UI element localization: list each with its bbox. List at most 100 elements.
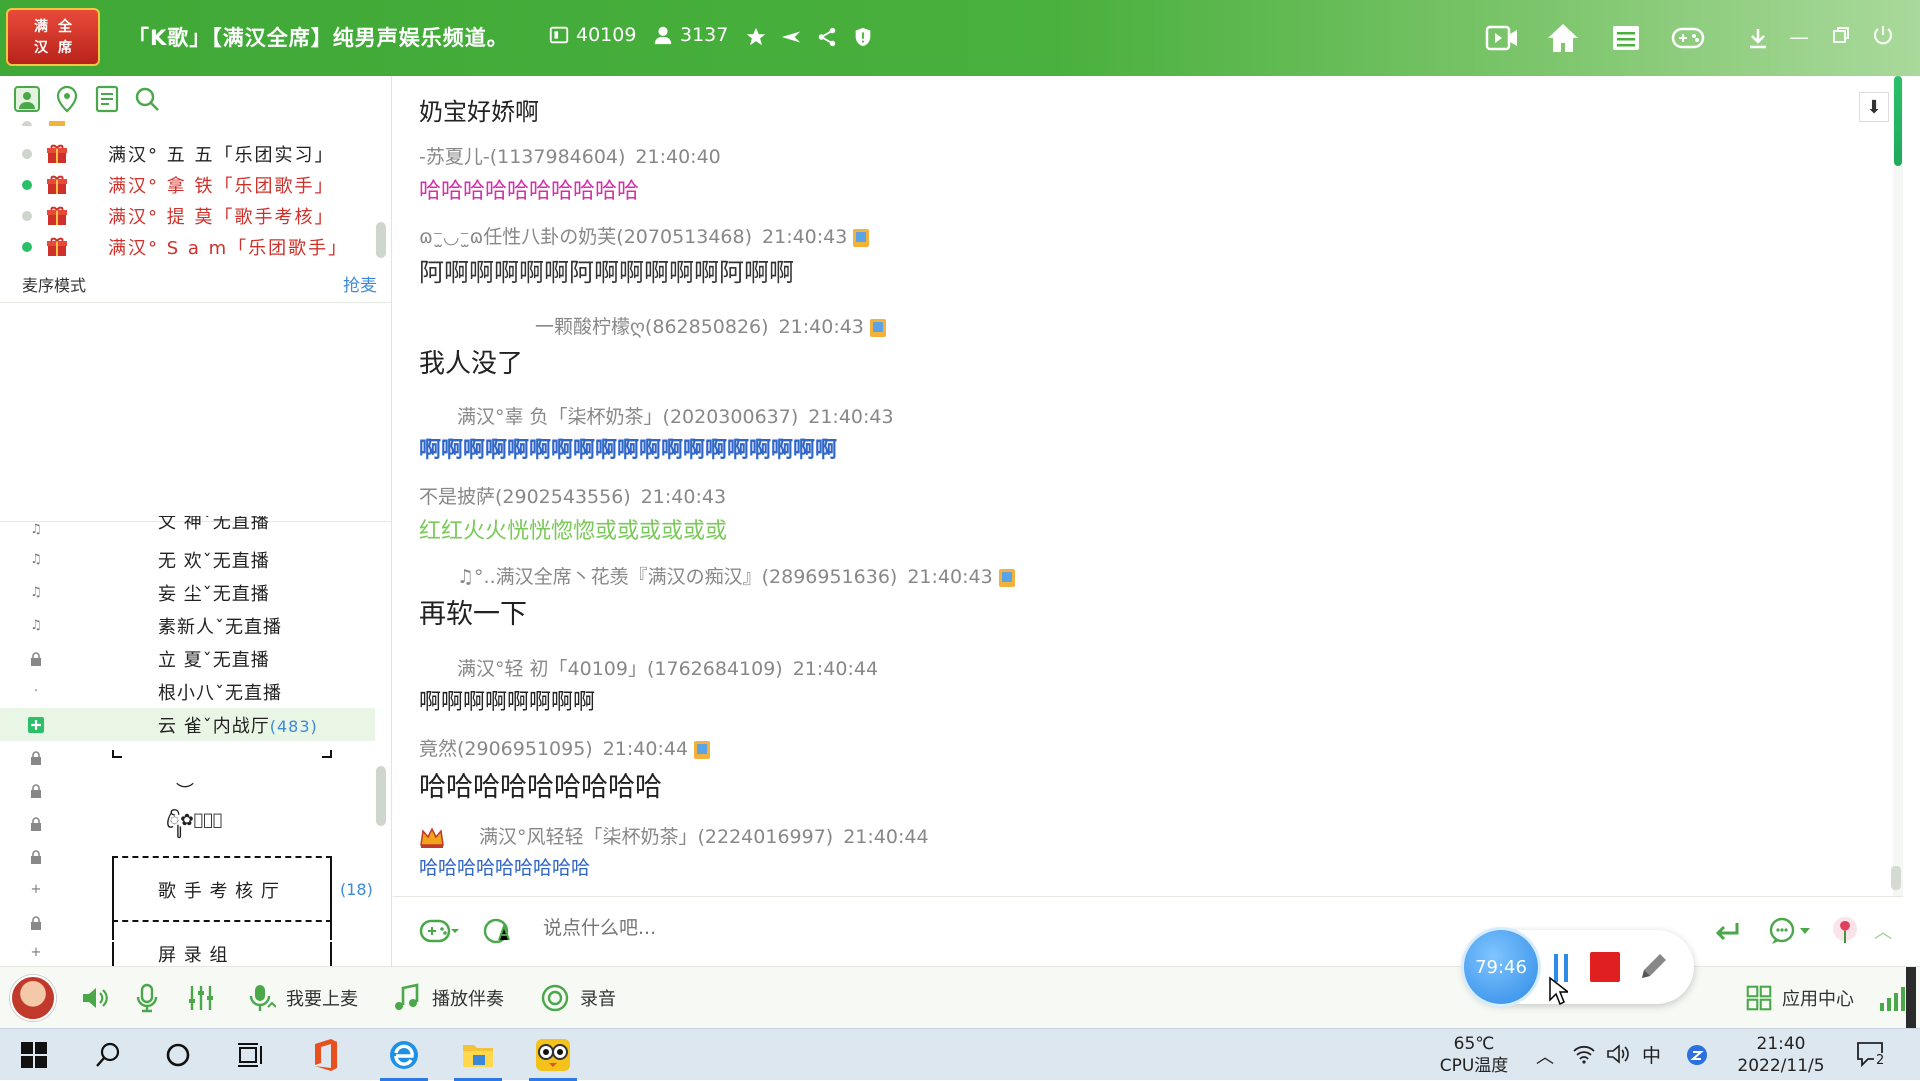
search-icon	[135, 87, 159, 111]
favorite-button[interactable]	[743, 24, 769, 50]
channel-row[interactable]: + 屏 录 组	[0, 939, 375, 966]
notes-icon	[95, 85, 119, 113]
font-style-button[interactable]	[479, 913, 519, 949]
equalizer-button[interactable]	[186, 981, 216, 1015]
search-button[interactable]	[78, 1029, 138, 1081]
close-button[interactable]	[1870, 24, 1896, 50]
channel-name: 立 夏ˇ无直播	[158, 649, 270, 671]
expand-button[interactable]: ︿	[1873, 913, 1893, 949]
channel-row[interactable]: 立 夏ˇ无直播	[0, 642, 375, 675]
grab-mic-button[interactable]: 抢麦	[343, 271, 377, 296]
sender-name[interactable]: ♫°..满汉全席丶花羡『满汉の痴汉』(2896951636)	[457, 566, 897, 588]
notes-tab[interactable]	[92, 84, 122, 114]
tray-expand-button[interactable]: ︿	[1536, 1043, 1558, 1068]
sender-name[interactable]: 满汉°辜 负「柒杯奶茶」(2020300637)	[457, 406, 798, 428]
sender-name[interactable]: 一颗酸柠檬ღ(862850826)	[535, 316, 769, 338]
channel-row[interactable]: + 歌 手 考 核 厅 (18)	[0, 873, 375, 906]
sender-name[interactable]: ɷ⁻̫◡⁻̫ɷ任性八卦の奶芙(2070513468)	[419, 226, 752, 248]
start-button[interactable]	[4, 1029, 64, 1081]
equalizer-icon	[189, 986, 213, 1010]
message-text: 红红火火恍恍惚惚或或或或或或	[419, 519, 728, 544]
video-button[interactable]	[1482, 18, 1522, 58]
sender-name[interactable]: 竟然(2906951095)	[419, 738, 593, 760]
chat-message: 竟然(2906951095) 21:40:44 哈哈哈哈哈哈哈哈哈	[419, 734, 711, 804]
play-accompaniment-button[interactable]: 播放伴奏	[392, 981, 504, 1015]
record-button[interactable]: 录音	[540, 981, 616, 1015]
location-tab[interactable]	[52, 84, 82, 114]
message-time: 21:40:43	[762, 226, 848, 248]
download-button[interactable]	[1738, 18, 1778, 58]
member-row[interactable]: 满汉° S a m「乐团歌手」	[22, 232, 348, 262]
ime-indicator[interactable]: 中	[1642, 1041, 1661, 1068]
office-app[interactable]	[296, 1029, 356, 1081]
message-meta: 满汉°辜 负「柒杯奶茶」(2020300637) 21:40:43	[457, 402, 894, 429]
channel-row[interactable]: ︶	[0, 774, 375, 807]
channel-row[interactable]: ♫ 文 神ˇ无直播	[0, 516, 375, 542]
microphone-button[interactable]	[132, 981, 162, 1015]
speaker-button[interactable]	[80, 981, 110, 1015]
member-list-scrollbar[interactable]	[376, 222, 386, 258]
restore-button[interactable]	[1828, 24, 1854, 50]
report-button[interactable]	[850, 24, 876, 50]
file-explorer-app[interactable]	[448, 1029, 508, 1081]
share-button[interactable]	[814, 24, 840, 50]
channel-row[interactable]	[0, 741, 375, 774]
home-button[interactable]	[1543, 18, 1583, 58]
bubble-menu-button[interactable]	[1763, 913, 1819, 949]
chat-scroll-lower[interactable]	[1891, 866, 1901, 890]
sender-name[interactable]: 不是披萨(2902543556)	[419, 486, 631, 508]
avatar[interactable]	[10, 975, 56, 1021]
scroll-to-bottom-button[interactable]: ⬇	[1859, 92, 1889, 122]
minimize-button[interactable]: —	[1786, 24, 1812, 50]
send-button[interactable]	[1707, 913, 1747, 949]
edit-button[interactable]	[1636, 950, 1670, 984]
yy-app[interactable]	[523, 1029, 583, 1081]
notifications-button[interactable]: 2	[1856, 1041, 1888, 1069]
channel-row[interactable]	[0, 906, 375, 939]
recorder-widget: 79:46	[1464, 930, 1694, 1004]
sogou-ime-icon[interactable]	[1685, 1043, 1709, 1067]
game-emoji-button[interactable]	[409, 913, 469, 949]
wifi-icon[interactable]	[1572, 1043, 1596, 1065]
apply-mic-button[interactable]: 我要上麦	[246, 981, 358, 1015]
sender-name[interactable]: 满汉°轻 初「40109」(1762684109)	[457, 658, 783, 680]
lock-icon	[26, 748, 46, 768]
channel-list-scrollbar[interactable]	[376, 766, 386, 826]
clock[interactable]: 21:40 2022/11/5	[1726, 1033, 1836, 1077]
cpu-temp-widget[interactable]: 65℃ CPU温度	[1434, 1033, 1514, 1077]
message-text: 啊啊啊啊啊啊啊啊啊啊啊啊啊啊啊啊啊啊啊	[419, 438, 838, 463]
channel-count: (18)	[340, 880, 373, 899]
clock-time: 21:40	[1756, 1034, 1806, 1054]
fly-button[interactable]	[778, 24, 804, 50]
channel-logo[interactable]: 满 全 汉 席	[6, 8, 100, 66]
search-tab[interactable]	[132, 84, 162, 114]
channel-row[interactable]: ♫ 无 欢ˇ无直播	[0, 543, 375, 576]
online-count-stat[interactable]: 3137	[652, 24, 728, 46]
channel-row[interactable]: · 根小八ˇ无直播	[0, 675, 375, 708]
chat-scrollbar[interactable]	[1893, 76, 1903, 896]
game-button[interactable]	[1668, 18, 1708, 58]
list-button[interactable]	[1606, 18, 1646, 58]
task-view-button[interactable]	[220, 1029, 280, 1081]
message-time: 21:40:44	[843, 826, 929, 848]
member-row[interactable]: 满汉° 拿 铁「乐团歌手」	[22, 170, 334, 200]
volume-icon[interactable]	[1606, 1043, 1630, 1065]
chat-scroll-thumb[interactable]	[1894, 76, 1902, 166]
channel-row[interactable]: ♫ 妄 尘ˇ无直播	[0, 576, 375, 609]
sender-name[interactable]: 满汉°风轻轻「柒杯奶茶」(2224016997)	[479, 826, 833, 848]
member-row[interactable]: 满汉° 五 五「乐团实习」	[22, 139, 334, 169]
cpu-temp-label: CPU温度	[1439, 1056, 1509, 1076]
cortana-button[interactable]	[148, 1029, 208, 1081]
channel-row-selected[interactable]: 云 雀ˇ内战厅(483)	[0, 708, 375, 741]
channel-row[interactable]: ♫ 素新人ˇ无直播	[0, 609, 375, 642]
member-row[interactable]: 满汉° 提 莫「歌手考核」	[22, 201, 334, 231]
flower-gift-button[interactable]	[1825, 913, 1865, 949]
member-tab[interactable]	[12, 84, 42, 114]
ie-app[interactable]	[374, 1029, 434, 1081]
room-id-stat[interactable]: 40109	[548, 24, 636, 46]
stop-button[interactable]	[1590, 952, 1620, 982]
channel-row[interactable]: ꦿꦼꦸ✿ꦸꦼꦿ	[0, 807, 375, 840]
sender-name[interactable]: -苏夏儿-(1137984604)	[419, 146, 625, 168]
app-center-button[interactable]: 应用中心	[1746, 981, 1854, 1015]
chat-input[interactable]	[543, 917, 1143, 939]
